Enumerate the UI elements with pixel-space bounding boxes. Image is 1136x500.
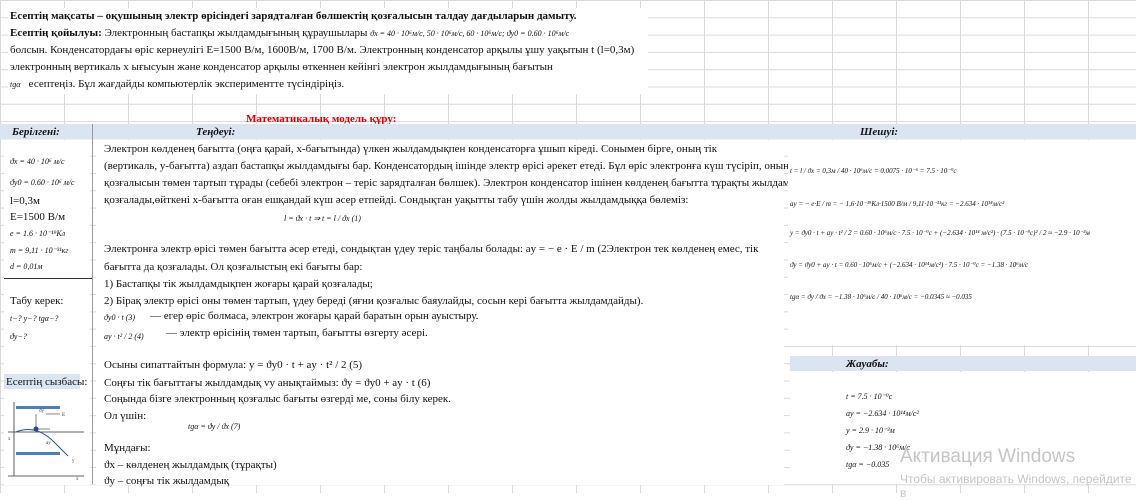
given-e: e = 1.6 · 10⁻¹⁹Кл bbox=[10, 229, 66, 238]
answer-5: tgα = −0.035 bbox=[846, 460, 890, 469]
given-l: l=0,3м bbox=[10, 195, 40, 207]
sol-1: t = l / ϑx = 0,3м / 40 · 10⁶м/с = 0.0075… bbox=[790, 167, 957, 175]
activation-watermark-title: Активация Windows bbox=[900, 446, 1076, 467]
purpose-text: Есептің мақсаты – оқушының электр өрісін… bbox=[10, 10, 577, 22]
eq-p12: Соңғы тік бағыттағы жылдамдық vy анықтай… bbox=[104, 377, 431, 389]
eq-p5: Электронға электр өрісі төмен бағытта әс… bbox=[104, 243, 759, 255]
eq-p6: бағытта да қозғалады. Ол қозғалыстың екі… bbox=[104, 261, 363, 273]
eq-formula-7: tgα = ϑy / ϑx (7) bbox=[188, 422, 241, 431]
answer-2: ay = −2.634 · 10¹⁴м/с² bbox=[846, 409, 919, 418]
eq-p1: Электрон көлденең бағытта (оңға қарай, x… bbox=[104, 143, 718, 155]
answer-3: y = 2.9 · 10⁻³м bbox=[846, 426, 895, 435]
eq-p3: қозғалысын төмен тартып тұрады (себебі э… bbox=[104, 177, 825, 189]
svg-text:E: E bbox=[62, 413, 65, 418]
answer-1: t = 7.5 · 10⁻⁹с bbox=[846, 392, 893, 401]
tg-alpha-symbol: tgα bbox=[10, 80, 21, 89]
given-E: E=1500 В/м bbox=[10, 211, 66, 223]
statement-line3: электронның вертикаль x ығысуын және кон… bbox=[10, 61, 553, 73]
given-d: d = 0,01м bbox=[10, 262, 43, 271]
eq-p2: (вертикаль, y-бағытта) аздап бастапқы жы… bbox=[104, 160, 790, 172]
svg-text:x: x bbox=[8, 437, 11, 442]
diagram-label: Есептің сызбасы: bbox=[6, 376, 88, 388]
svg-text:ay: ay bbox=[46, 441, 51, 446]
eq-p7: 1) Бастапқы тік жылдамдықпен жоғары қара… bbox=[104, 278, 373, 290]
header-equation: Теңдеуі: bbox=[196, 126, 236, 138]
statement-line: Есептің қойылуы: Электронның бастапқы жы… bbox=[10, 26, 569, 41]
eq-p9: — егер өріс болмаса, электрон жоғары қар… bbox=[150, 310, 479, 322]
activation-watermark-subtitle: Чтобы активировать Windows, перейдите в bbox=[900, 472, 1132, 500]
statement-values: ϑx = 40 · 10⁶м/с, 50 · 10⁶м/с, 60 · 10⁶м… bbox=[370, 29, 570, 38]
find-1: t−? y−? tgα−? bbox=[10, 314, 59, 323]
statement-line2: болсын. Конденсатордағы өріс кернеулігі … bbox=[10, 44, 635, 56]
given-divider bbox=[4, 278, 92, 279]
eq-p17: ϑy – соңғы тік жылдамдық bbox=[104, 475, 230, 487]
svg-text:ϑy: ϑy bbox=[39, 409, 44, 414]
given-vy0: ϑy0 = 0.60 · 10⁶ м/с bbox=[10, 178, 75, 187]
eq-p10: — электр өрісінің төмен тартып, бағытты … bbox=[166, 327, 428, 339]
eq-formula-3: ϑy0 · t (3) bbox=[104, 313, 136, 322]
eq-formula-4: ay · t² / 2 (4) bbox=[104, 332, 144, 341]
given-m: m = 9,11 · 10⁻³¹кг bbox=[10, 246, 69, 255]
eq-p14: Ол үшін: bbox=[104, 410, 147, 422]
eq-p8: 2) Бірақ электр өрісі оны төмен тартып, … bbox=[104, 295, 644, 307]
sol-3: y = ϑy0 · t + ay · t² / 2 = 0.60 · 10⁶м/… bbox=[790, 229, 1090, 237]
header-band bbox=[0, 124, 1136, 139]
eq-p15: Мұндағы: bbox=[104, 442, 151, 454]
eq-formula-1: l = ϑx · t ⇒ t = l / ϑx (1) bbox=[284, 214, 361, 223]
eq-p4: қозғалады,өйткені x-бағытта оған ешқанда… bbox=[104, 194, 689, 206]
svg-text:y: y bbox=[72, 459, 75, 464]
answer-band bbox=[790, 356, 1136, 371]
eq-p11: Осыны сипаттайтын формула: y = ϑy0 · t +… bbox=[104, 359, 363, 371]
find-2: ϑy−? bbox=[10, 332, 27, 341]
eq-p13: Соңында бізге электронның қозғалыс бағыт… bbox=[104, 393, 452, 405]
statement-text: Электронның бастапқы жылдамдығының құрау… bbox=[104, 27, 368, 39]
capacitor-diagram: ϑy E x y ay x bbox=[8, 402, 84, 482]
svg-text:x: x bbox=[76, 477, 79, 482]
statement-line4: tgα есептеңіз. Бұл жағдайды компьютерлік… bbox=[10, 77, 344, 92]
statement-line4-text: есептеңіз. Бұл жағдайды компьютерлік экс… bbox=[28, 78, 345, 90]
given-vx: ϑx = 40 · 10⁶ м/с bbox=[10, 157, 65, 166]
find-label: Табу керек: bbox=[10, 295, 64, 307]
answer-label: Жауабы: bbox=[846, 358, 889, 370]
sol-4: ϑy = ϑy0 + ay · t = 0.60 · 10⁶м/с + (−2.… bbox=[790, 261, 1029, 269]
statement-label: Есептің қойылуы: bbox=[10, 27, 102, 39]
sol-2: ay = − e·E / m = − 1,6·10⁻¹⁹Кл·1500 В/м … bbox=[790, 200, 1005, 208]
eq-p16: ϑx – көлденең жылдамдық (тұрақты) bbox=[104, 459, 277, 471]
given-column-border bbox=[92, 124, 93, 484]
header-given: Берілгені: bbox=[12, 126, 60, 138]
sol-5: tgα = ϑy / ϑx = −1.38 · 10⁶м/с / 40 · 10… bbox=[790, 293, 972, 301]
header-solution: Шешуі: bbox=[860, 126, 899, 138]
